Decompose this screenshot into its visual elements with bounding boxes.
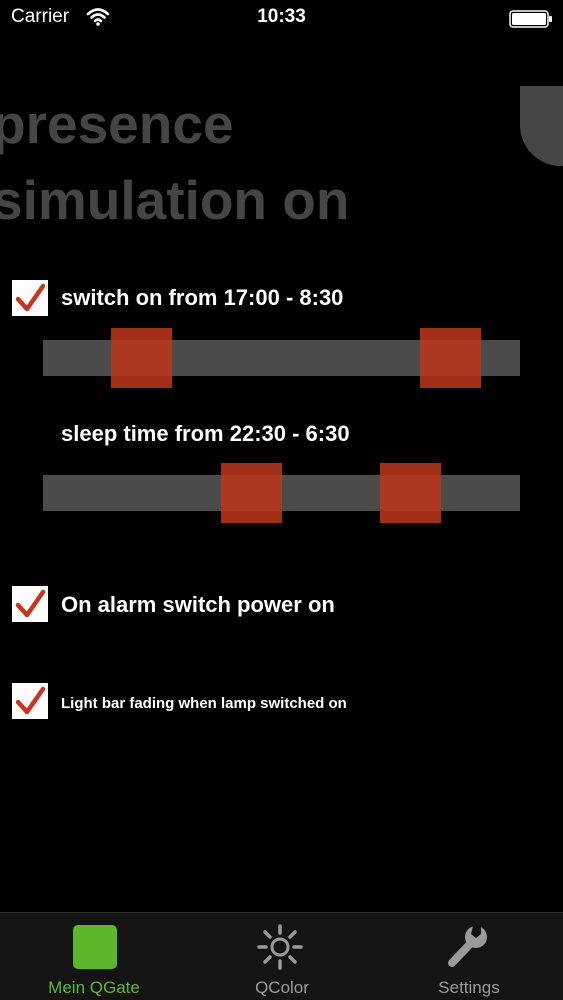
switch-on-start-handle[interactable]: [111, 328, 172, 388]
sleep-time-start-handle[interactable]: [221, 463, 282, 523]
status-bar: Carrier 10:33: [0, 0, 563, 40]
alarm-power-checkbox[interactable]: [12, 586, 48, 622]
switch-on-label: switch on from 17:00 - 8:30: [61, 285, 344, 310]
alarm-power-label: On alarm switch power on: [61, 592, 335, 617]
screen: Carrier 10:33 presence simulation on swi…: [0, 0, 563, 1000]
switch-on-checkbox[interactable]: [12, 280, 48, 316]
checkmark-icon: [15, 589, 45, 618]
tab-settings-label: Settings: [438, 978, 500, 997]
sleep-time-slider[interactable]: [43, 463, 520, 523]
checkmark-icon: [15, 283, 45, 312]
tab-settings[interactable]: Settings: [375, 913, 563, 1000]
light-fading-label: Light bar fading when lamp switched on: [61, 695, 347, 712]
light-fading-checkbox[interactable]: [12, 683, 48, 719]
switch-on-time-slider[interactable]: [43, 328, 520, 388]
switch-on-end-handle[interactable]: [420, 328, 481, 388]
checkmark-icon: [15, 686, 45, 715]
sun-icon: [257, 924, 303, 970]
tab-mein-qgate[interactable]: Mein QGate: [0, 913, 188, 1000]
page-title: presence simulation on: [0, 86, 350, 238]
tab-bar: Mein QGate QColor Settings: [0, 912, 563, 1000]
green-square-icon: [73, 925, 117, 969]
page-title-line1: presence: [0, 93, 234, 155]
sleep-time-label: sleep time from 22:30 - 6:30: [61, 421, 350, 446]
page-title-line2: simulation on: [0, 169, 350, 231]
tab-mein-qgate-label: Mein QGate: [48, 978, 140, 997]
wrench-icon: [448, 926, 487, 967]
tab-qcolor[interactable]: QColor: [188, 913, 376, 1000]
battery-icon: [509, 10, 552, 28]
status-time: 10:33: [257, 6, 306, 27]
power-toggle-icon[interactable]: [520, 86, 563, 166]
tab-qcolor-label: QColor: [255, 978, 309, 997]
sleep-time-end-handle[interactable]: [380, 463, 441, 523]
